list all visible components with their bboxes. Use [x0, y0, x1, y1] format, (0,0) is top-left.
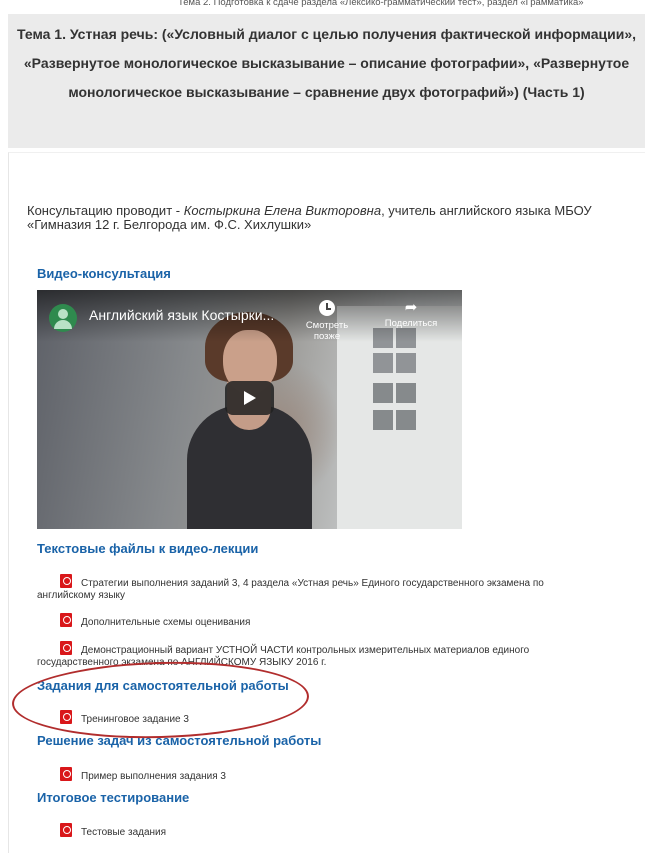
- clock-icon: [319, 300, 335, 316]
- file-item-strategies[interactable]: Стратегии выполнения заданий 3, 4 раздел…: [37, 574, 597, 602]
- pdf-icon: [60, 710, 72, 724]
- file-link[interactable]: Дополнительные схемы оценивания: [81, 617, 250, 628]
- topic-title: Тема 1. Устная речь: («Условный диалог с…: [16, 26, 636, 100]
- self-work-heading[interactable]: Задания для самостоятельной работы: [37, 678, 289, 693]
- previous-topic-text: Тема 2. Подготовка к сдаче раздела «Лекс…: [178, 0, 584, 8]
- topic-header: Тема 1. Устная речь: («Условный диалог с…: [8, 14, 645, 148]
- file-link[interactable]: Демонстрационный вариант УСТНОЙ ЧАСТИ ко…: [37, 645, 529, 668]
- share-label: Поделиться: [384, 318, 438, 329]
- video-player[interactable]: Английский язык Костырки... Смотреть поз…: [37, 290, 462, 529]
- video-section-heading[interactable]: Видео-консультация: [37, 266, 171, 281]
- file-item-schemes[interactable]: Дополнительные схемы оценивания: [37, 613, 250, 629]
- file-item-demo[interactable]: Демонстрационный вариант УСТНОЙ ЧАСТИ ко…: [37, 641, 597, 669]
- final-test-heading[interactable]: Итоговое тестирование: [37, 790, 189, 805]
- file-item-tests[interactable]: Тестовые задания: [37, 823, 166, 839]
- pdf-icon: [60, 823, 72, 837]
- file-item-training[interactable]: Тренинговое задание 3: [37, 710, 189, 726]
- share-icon: ➦: [404, 299, 418, 316]
- pdf-icon: [60, 767, 72, 781]
- file-link[interactable]: Пример выполнения задания 3: [81, 771, 226, 782]
- board-grid: [373, 328, 417, 448]
- pdf-icon: [60, 574, 72, 588]
- file-link[interactable]: Тестовые задания: [81, 827, 166, 838]
- file-item-example[interactable]: Пример выполнения задания 3: [37, 767, 226, 783]
- text-files-heading[interactable]: Текстовые файлы к видео-лекции: [37, 541, 258, 556]
- intro-prefix: Консультацию проводит -: [27, 203, 184, 218]
- pdf-icon: [60, 641, 72, 655]
- watch-later-button[interactable]: Смотреть позже: [292, 298, 362, 342]
- pdf-icon: [60, 613, 72, 627]
- watch-later-label: Смотреть позже: [305, 320, 349, 342]
- teacher-name: Костыркина Елена Викторовна: [183, 203, 382, 218]
- file-link[interactable]: Стратегии выполнения заданий 3, 4 раздел…: [37, 578, 544, 601]
- avatar-icon[interactable]: [49, 304, 77, 332]
- consultation-intro: Консультацию проводит - Костыркина Елена…: [27, 204, 637, 232]
- video-title[interactable]: Английский язык Костырки...: [89, 307, 274, 323]
- file-link[interactable]: Тренинговое задание 3: [81, 714, 189, 725]
- solutions-heading[interactable]: Решение задач из самостоятельной работы: [37, 733, 321, 748]
- share-button[interactable]: ➦ Поделиться: [376, 298, 446, 329]
- play-icon[interactable]: [225, 381, 274, 415]
